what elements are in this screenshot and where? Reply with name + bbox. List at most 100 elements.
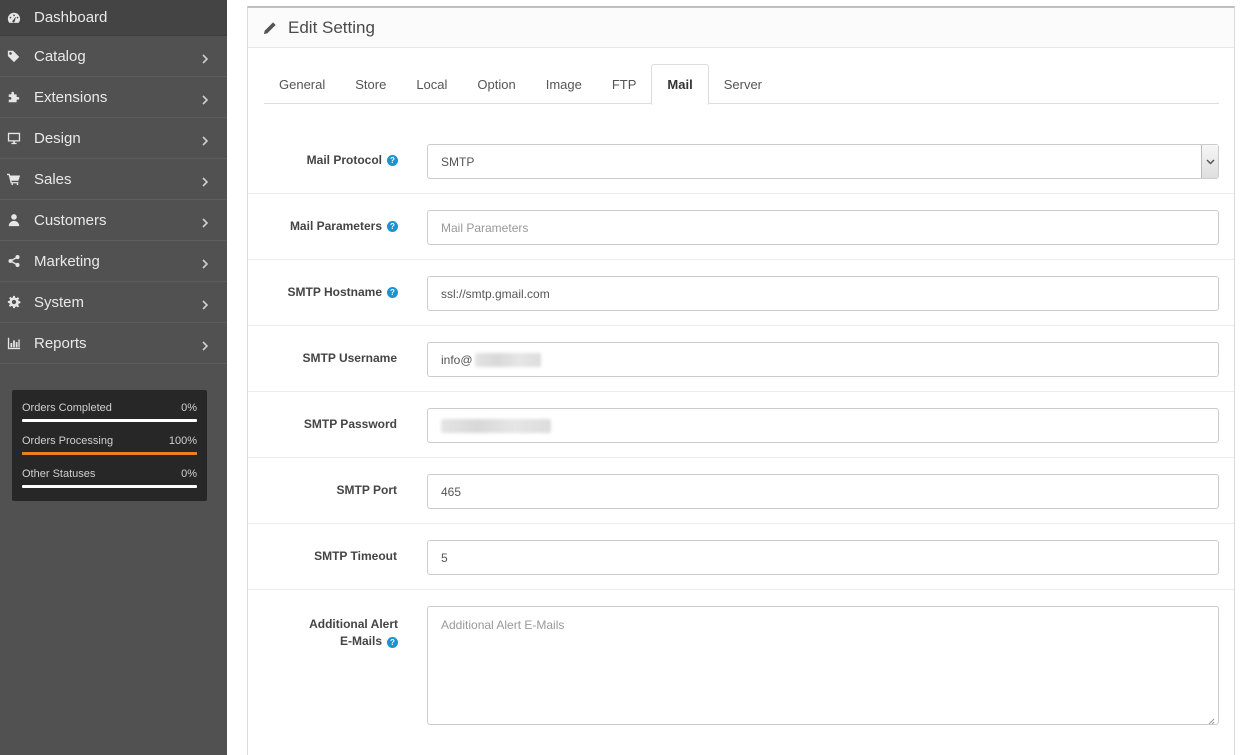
tab-server[interactable]: Server bbox=[709, 64, 777, 104]
help-icon[interactable]: ? bbox=[387, 154, 398, 166]
field-label: SMTP Username bbox=[303, 351, 397, 365]
help-icon[interactable]: ? bbox=[387, 637, 398, 648]
stat-orders-processing: Orders Processing 100% bbox=[22, 433, 197, 466]
chevron-right-icon bbox=[201, 92, 209, 105]
input-placeholder: Mail Parameters bbox=[441, 220, 529, 235]
textarea-placeholder: Additional Alert E-Mails bbox=[441, 618, 565, 632]
bar-chart-icon bbox=[7, 336, 21, 350]
tab-store[interactable]: Store bbox=[340, 64, 401, 104]
field-label-text: SMTP Username bbox=[302, 351, 397, 365]
field-label: SMTP Hostname? bbox=[288, 285, 398, 299]
tab-option[interactable]: Option bbox=[462, 64, 530, 104]
sidebar-item-label: Extensions bbox=[34, 88, 108, 106]
pencil-icon bbox=[263, 21, 277, 35]
field-label: SMTP Port bbox=[337, 483, 397, 497]
share-icon bbox=[7, 254, 21, 268]
form-row-smtp-timeout: SMTP Timeout 5 bbox=[248, 524, 1234, 590]
sidebar-item-label: Catalog bbox=[34, 47, 86, 65]
stat-label: Orders Completed bbox=[22, 402, 112, 414]
tab-mail[interactable]: Mail bbox=[651, 64, 709, 105]
chevron-down-icon[interactable] bbox=[1201, 145, 1218, 178]
tab-ftp[interactable]: FTP bbox=[597, 64, 652, 104]
field-label-text: SMTP Password bbox=[303, 417, 397, 431]
order-stats-box: Orders Completed 0% Orders Processing 10… bbox=[12, 390, 207, 501]
stat-value: 0% bbox=[181, 402, 197, 414]
chevron-right-icon bbox=[201, 174, 209, 187]
alert-emails-textarea[interactable]: Additional Alert E-Mails bbox=[427, 606, 1219, 725]
stat-label: Orders Processing bbox=[22, 435, 114, 447]
field-label: SMTP Timeout bbox=[314, 549, 397, 563]
field-label-text: Mail Parameters bbox=[289, 219, 382, 233]
chevron-right-icon bbox=[201, 215, 209, 228]
smtp-port-input[interactable]: 465 bbox=[427, 474, 1219, 509]
field-label-text: SMTP Port bbox=[336, 483, 397, 497]
field-label-text: SMTP Hostname bbox=[287, 285, 382, 299]
form-row-smtp-hostname: SMTP Hostname? ssl://smtp.gmail.com bbox=[248, 260, 1234, 326]
smtp-hostname-input[interactable]: ssl://smtp.gmail.com bbox=[427, 276, 1219, 311]
field-label-line2-text: E-Mails bbox=[339, 634, 382, 648]
redacted-text bbox=[474, 352, 541, 367]
field-label: SMTP Password bbox=[304, 417, 397, 431]
mail-protocol-select[interactable]: SMTP bbox=[427, 144, 1219, 179]
tab-local[interactable]: Local bbox=[401, 64, 462, 104]
field-label-line2: E-Mails? bbox=[309, 633, 398, 650]
panel-heading: Edit Setting bbox=[248, 8, 1234, 48]
stat-orders-completed: Orders Completed 0% bbox=[22, 400, 197, 433]
dashboard-icon bbox=[7, 11, 21, 25]
field-label: Additional Alert E-Mails? bbox=[309, 616, 398, 650]
help-icon[interactable]: ? bbox=[387, 220, 398, 232]
sidebar-item-sales[interactable]: Sales bbox=[0, 159, 227, 200]
sidebar-item-label: Customers bbox=[34, 211, 107, 229]
sidebar-item-catalog[interactable]: Catalog bbox=[0, 36, 227, 77]
desktop-icon bbox=[7, 131, 21, 145]
progress-track bbox=[22, 485, 197, 488]
input-value: 465 bbox=[441, 484, 462, 499]
field-label-text: SMTP Timeout bbox=[314, 549, 397, 563]
settings-tabs: General Store Local Option Image FTP Mai… bbox=[264, 64, 1219, 105]
puzzle-icon bbox=[7, 90, 21, 104]
chevron-right-icon bbox=[201, 51, 209, 64]
stat-value: 0% bbox=[181, 468, 197, 480]
progress-track bbox=[22, 452, 197, 455]
smtp-timeout-input[interactable]: 5 bbox=[427, 540, 1219, 575]
mail-parameters-input[interactable]: Mail Parameters bbox=[427, 210, 1219, 245]
sidebar-item-dashboard[interactable]: Dashboard bbox=[0, 0, 227, 36]
field-label-text: Mail Protocol bbox=[306, 153, 382, 167]
form-row-smtp-username: SMTP Username info@ bbox=[248, 326, 1234, 392]
tab-image[interactable]: Image bbox=[531, 64, 597, 104]
field-label: Mail Parameters? bbox=[290, 219, 398, 233]
help-icon[interactable]: ? bbox=[387, 286, 398, 298]
smtp-username-input[interactable]: info@ bbox=[427, 342, 1219, 377]
gear-icon bbox=[7, 295, 21, 309]
resize-handle-icon[interactable] bbox=[1208, 714, 1215, 725]
smtp-password-input[interactable] bbox=[427, 408, 1219, 443]
sidebar-item-marketing[interactable]: Marketing bbox=[0, 241, 227, 282]
sidebar-item-reports[interactable]: Reports bbox=[0, 323, 227, 364]
form-row-alert-emails: Additional Alert E-Mails? Additional Ale… bbox=[248, 590, 1234, 750]
user-icon bbox=[7, 213, 21, 227]
settings-panel: Edit Setting General Store Local Option … bbox=[247, 6, 1235, 755]
sidebar-item-design[interactable]: Design bbox=[0, 118, 227, 159]
stat-other-statuses: Other Statuses 0% bbox=[22, 466, 197, 499]
sidebar-item-label: Design bbox=[34, 129, 81, 147]
sidebar-item-label: System bbox=[34, 293, 85, 311]
chevron-right-icon bbox=[201, 338, 209, 351]
form-row-smtp-password: SMTP Password bbox=[248, 392, 1234, 458]
sidebar-item-system[interactable]: System bbox=[0, 282, 227, 323]
tab-general[interactable]: General bbox=[264, 64, 340, 104]
page-title: Edit Setting bbox=[288, 17, 375, 37]
tags-icon bbox=[7, 49, 21, 63]
form-row-smtp-port: SMTP Port 465 bbox=[248, 458, 1234, 524]
chevron-right-icon bbox=[201, 256, 209, 269]
sidebar-item-customers[interactable]: Customers bbox=[0, 200, 227, 241]
stat-value: 100% bbox=[168, 435, 197, 447]
field-label: Mail Protocol? bbox=[307, 153, 398, 167]
redacted-text bbox=[441, 418, 551, 433]
sidebar-item-label: Dashboard bbox=[34, 9, 108, 26]
sidebar-item-label: Sales bbox=[34, 170, 72, 188]
sidebar-item-extensions[interactable]: Extensions bbox=[0, 77, 227, 118]
input-value: info@ bbox=[441, 352, 473, 367]
field-label-line1: Additional Alert bbox=[309, 617, 398, 631]
input-value: ssl://smtp.gmail.com bbox=[441, 286, 550, 301]
progress-fill bbox=[22, 452, 197, 455]
